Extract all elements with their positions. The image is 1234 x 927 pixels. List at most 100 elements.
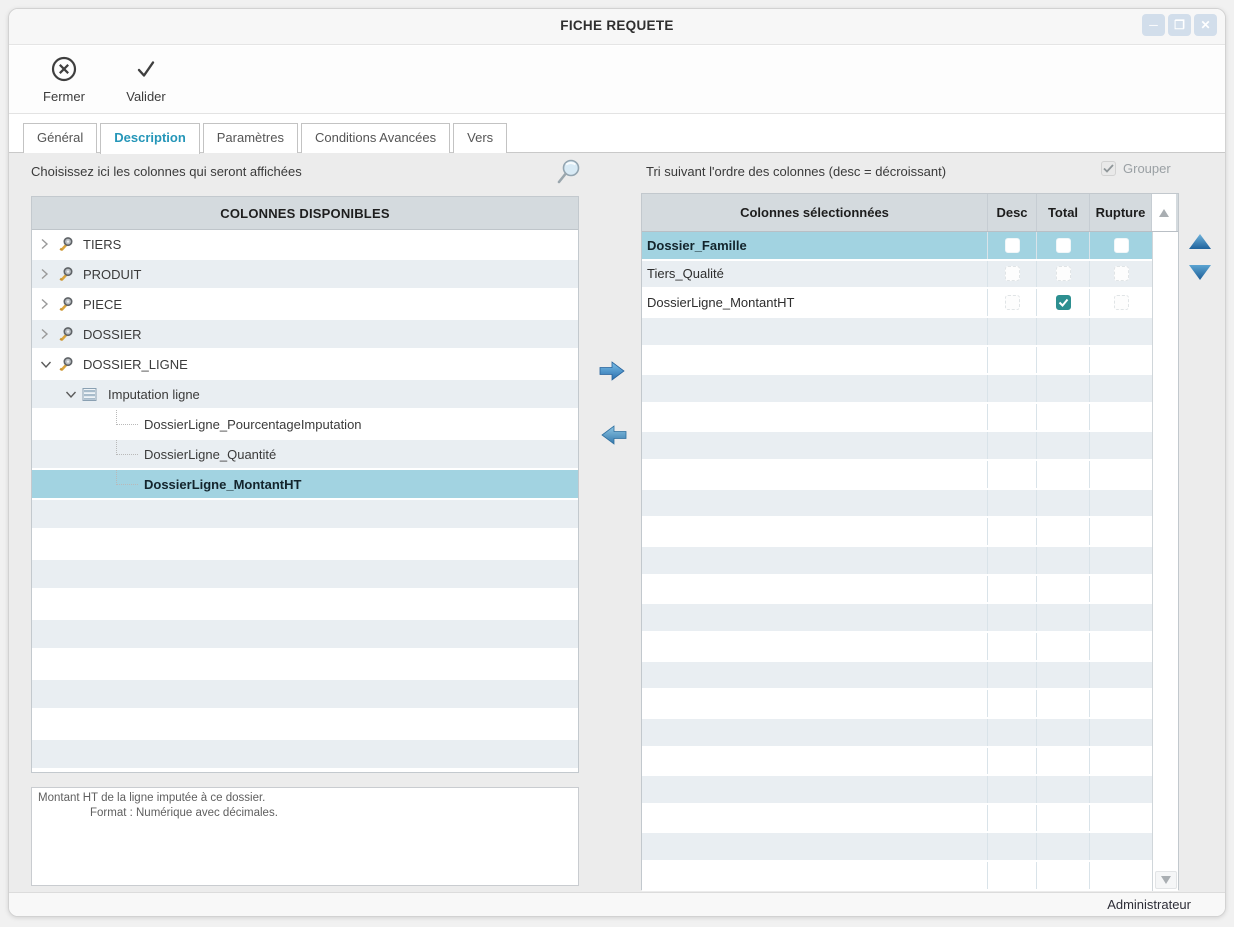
tab-param-tres[interactable]: Paramètres	[203, 123, 298, 153]
tree-item-dossier[interactable]: DOSSIER	[32, 320, 578, 350]
selected-column-empty-row[interactable]	[642, 604, 1152, 633]
selected-column-empty-row[interactable]	[642, 404, 1152, 433]
status-bar: Administrateur	[9, 892, 1225, 916]
tree-item-dossier-ligne[interactable]: DOSSIER_LIGNE	[32, 350, 578, 380]
move-down-button[interactable]	[1188, 264, 1212, 281]
arrow-left-icon[interactable]	[599, 423, 629, 447]
selected-column-empty-row[interactable]	[642, 805, 1152, 834]
tree-item-label: DOSSIER	[83, 327, 142, 342]
selected-column-empty-row[interactable]	[642, 576, 1152, 605]
chevron-right-icon[interactable]	[40, 328, 52, 340]
minimize-button[interactable]: ─	[1142, 14, 1165, 36]
table-scrollbar[interactable]	[1152, 232, 1178, 891]
selected-column-row-tiers-qualit[interactable]: Tiers_Qualité	[642, 261, 1152, 290]
selected-column-empty-row[interactable]	[642, 748, 1152, 777]
tree-empty-row[interactable]	[32, 620, 578, 650]
chevron-right-icon[interactable]	[40, 298, 52, 310]
selected-column-empty-row[interactable]	[642, 432, 1152, 461]
total-checkbox[interactable]	[1037, 261, 1090, 288]
tree-item-imputation-ligne[interactable]: Imputation ligne	[32, 380, 578, 410]
selected-column-row-dossier-famille[interactable]: Dossier_Famille	[642, 232, 1152, 261]
total-checkbox[interactable]	[1037, 289, 1090, 316]
tree-item-piece[interactable]: PIECE	[32, 290, 578, 320]
fermer-label: Fermer	[43, 89, 85, 104]
selected-columns-header-row: Colonnes sélectionnées Desc Total Ruptur…	[642, 194, 1178, 232]
right-instruction: Tri suivant l'ordre des colonnes (desc =…	[646, 164, 946, 179]
arrow-right-icon[interactable]	[597, 359, 627, 383]
selected-column-empty-row[interactable]	[642, 347, 1152, 376]
tree-item-label: PIECE	[83, 297, 122, 312]
desc-checkbox[interactable]	[988, 261, 1037, 288]
key-icon	[57, 326, 77, 343]
tree-empty-row[interactable]	[32, 680, 578, 710]
chevron-right-icon[interactable]	[40, 238, 52, 250]
desc-checkbox[interactable]	[988, 232, 1037, 259]
selected-column-empty-row[interactable]	[642, 318, 1152, 347]
selected-column-empty-row[interactable]	[642, 833, 1152, 862]
tree-connector	[116, 470, 138, 485]
tree-item-dossierligne-montantht[interactable]: DossierLigne_MontantHT	[32, 470, 578, 500]
selected-column-empty-row[interactable]	[642, 862, 1152, 891]
selected-column-empty-row[interactable]	[642, 375, 1152, 404]
selected-column-empty-row[interactable]	[642, 518, 1152, 547]
window-title: FICHE REQUETE	[9, 18, 1225, 33]
close-button[interactable]: ✕	[1194, 14, 1217, 36]
column-header-rupture: Rupture	[1090, 194, 1152, 231]
tree-item-tiers[interactable]: TIERS	[32, 230, 578, 260]
tab-description[interactable]: Description	[100, 123, 200, 154]
fiche-requete-window: FICHE REQUETE ─❐✕ FermerValider GénéralD…	[8, 8, 1226, 917]
scrollbar-down-button[interactable]	[1155, 871, 1177, 889]
selected-column-empty-row[interactable]	[642, 633, 1152, 662]
tree-item-label: TIERS	[83, 237, 121, 252]
table-icon	[82, 387, 102, 402]
tree-empty-row[interactable]	[32, 590, 578, 620]
tree-empty-row[interactable]	[32, 740, 578, 770]
total-checkbox[interactable]	[1037, 232, 1090, 259]
move-up-button[interactable]	[1188, 233, 1212, 250]
selected-column-empty-row[interactable]	[642, 719, 1152, 748]
tree-connector	[116, 410, 138, 425]
magnifier-icon[interactable]	[553, 158, 583, 190]
rupture-checkbox[interactable]	[1090, 289, 1152, 316]
grouper-checkbox-box[interactable]	[1101, 161, 1116, 176]
tree-item-label: DossierLigne_PourcentageImputation	[144, 417, 362, 432]
chevron-right-icon[interactable]	[40, 268, 52, 280]
maximize-button[interactable]: ❐	[1168, 14, 1191, 36]
tree-connector	[116, 440, 138, 455]
selected-column-empty-row[interactable]	[642, 490, 1152, 519]
tab-vers[interactable]: Vers	[453, 123, 507, 153]
tree-item-label: DOSSIER_LIGNE	[83, 357, 188, 372]
selected-column-empty-row[interactable]	[642, 662, 1152, 691]
grouper-checkbox[interactable]: Grouper	[1101, 161, 1171, 176]
tab-conditions-avanc-es[interactable]: Conditions Avancées	[301, 123, 450, 153]
tree-empty-row[interactable]	[32, 650, 578, 680]
selected-column-row-dossierligne-montantht[interactable]: DossierLigne_MontantHT	[642, 289, 1152, 318]
check-icon	[132, 55, 160, 83]
tree-empty-row[interactable]	[32, 560, 578, 590]
valider-button[interactable]: Valider	[105, 48, 187, 110]
rupture-checkbox[interactable]	[1090, 232, 1152, 259]
column-description-box: Montant HT de la ligne imputée à ce doss…	[31, 787, 579, 886]
selected-column-empty-row[interactable]	[642, 690, 1152, 719]
tree-item-label: DossierLigne_MontantHT	[144, 477, 301, 492]
tree-empty-row[interactable]	[32, 530, 578, 560]
selected-columns-table: Colonnes sélectionnées Desc Total Ruptur…	[641, 193, 1179, 890]
tree-empty-row[interactable]	[32, 500, 578, 530]
desc-checkbox[interactable]	[988, 289, 1037, 316]
tree-item-produit[interactable]: PRODUIT	[32, 260, 578, 290]
tree-empty-row[interactable]	[32, 710, 578, 740]
tab-g-n-ral[interactable]: Général	[23, 123, 97, 153]
scrollbar-up-button[interactable]	[1152, 194, 1176, 231]
rupture-checkbox[interactable]	[1090, 261, 1152, 288]
chevron-down-icon[interactable]	[65, 390, 77, 399]
tree-item-dossierligne-quantit[interactable]: DossierLigne_Quantité	[32, 440, 578, 470]
selected-column-empty-row[interactable]	[642, 547, 1152, 576]
fermer-button[interactable]: Fermer	[23, 48, 105, 110]
key-icon	[57, 356, 77, 373]
selected-column-empty-row[interactable]	[642, 461, 1152, 490]
tree-item-dossierligne-pourcentageimputation[interactable]: DossierLigne_PourcentageImputation	[32, 410, 578, 440]
selected-column-empty-row[interactable]	[642, 776, 1152, 805]
key-icon	[57, 266, 77, 283]
valider-label: Valider	[126, 89, 166, 104]
chevron-down-icon[interactable]	[40, 360, 52, 369]
